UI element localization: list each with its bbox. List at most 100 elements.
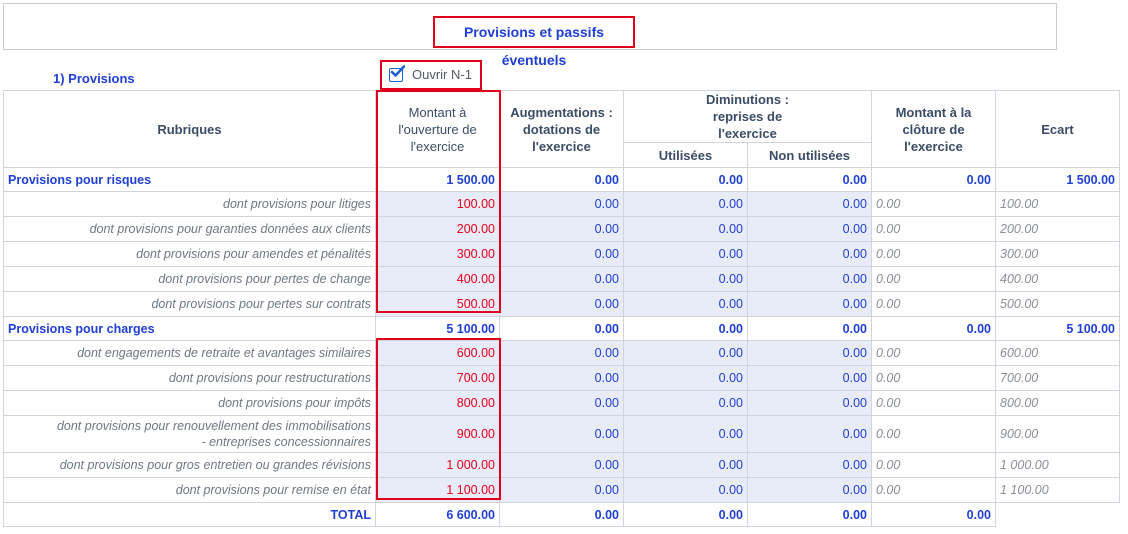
ouvrir-n1-checkbox[interactable]: Ouvrir N-1	[380, 60, 482, 90]
cell-utilisees[interactable]: 0.00	[623, 477, 748, 503]
cell-ecart: 200.00	[995, 216, 1120, 242]
cell-cloture: 0.00	[871, 415, 996, 453]
cell-ecart: 1 100.00	[995, 477, 1120, 503]
cell-non-utilisees[interactable]: 0.00	[747, 216, 872, 242]
checkbox-checked-icon[interactable]	[389, 65, 405, 82]
cell-ecart: 600.00	[995, 340, 1120, 366]
cell-utilisees[interactable]: 0.00	[623, 452, 748, 478]
cell-cloture: 0.00	[871, 191, 996, 217]
cell-ouverture[interactable]: 400.00	[375, 266, 500, 292]
cell-cloture: 0.00	[871, 365, 996, 391]
cell-ecart: 900.00	[995, 415, 1120, 453]
cell-non-utilisees[interactable]: 0.00	[747, 340, 872, 366]
cell-utilisees[interactable]: 0.00	[623, 390, 748, 416]
row-label: dont provisions pour impôts	[3, 390, 376, 416]
row-label: Provisions pour risques	[3, 167, 376, 192]
cell-utilisees[interactable]: 0.00	[623, 191, 748, 217]
title-panel: Provisions et passifs éventuels	[3, 3, 1057, 68]
cell-cloture: 0.00	[871, 241, 996, 267]
cell-ouverture[interactable]: 700.00	[375, 365, 500, 391]
cell-non-utilisees[interactable]: 0.00	[747, 241, 872, 267]
cell-ecart: 800.00	[995, 390, 1120, 416]
cell-non-utilisees: 0.00	[747, 316, 872, 341]
cell-augmentations: 0.00	[499, 167, 624, 192]
cell-ecart: 400.00	[995, 266, 1120, 292]
row-label-line: dont provisions pour renouvellement des …	[56, 419, 371, 433]
cell-ecart: 5 100.00	[995, 316, 1120, 341]
total-non-utilisees: 0.00	[747, 502, 872, 527]
cell-ecart: 1 000.00	[995, 452, 1120, 478]
row-label: dont provisions pour pertes sur contrats	[3, 291, 376, 317]
cell-non-utilisees[interactable]: 0.00	[747, 266, 872, 292]
cell-utilisees[interactable]: 0.00	[623, 266, 748, 292]
cell-non-utilisees: 0.00	[747, 167, 872, 192]
cell-ouverture[interactable]: 900.00	[375, 415, 500, 453]
cell-ouverture: 1 500.00	[375, 167, 500, 192]
cell-augmentations: 0.00	[499, 316, 624, 341]
table-row: dont provisions pour pertes de change 400…	[3, 266, 1120, 292]
cell-augmentations[interactable]: 0.00	[499, 365, 624, 391]
cell-utilisees[interactable]: 0.00	[623, 291, 748, 317]
cell-utilisees[interactable]: 0.00	[623, 241, 748, 267]
cell-augmentations[interactable]: 0.00	[499, 477, 624, 503]
cell-cloture: 0.00	[871, 316, 996, 341]
row-label: dont provisions pour renouvellement des …	[3, 415, 376, 453]
row-label: dont provisions pour amendes et pénalité…	[3, 241, 376, 267]
table-row: dont provisions pour remise en état 1 100…	[3, 477, 1120, 503]
cell-ouverture[interactable]: 300.00	[375, 241, 500, 267]
table-row: dont provisions pour litiges 100.00 0.00 0.…	[3, 191, 1120, 217]
total-cloture: 0.00	[871, 502, 996, 527]
cell-ecart: 100.00	[995, 191, 1120, 217]
table-row: dont provisions pour amendes et pénalité…	[3, 241, 1120, 267]
category-row: Provisions pour risques 1 500.00 0.00 0.00 0…	[3, 167, 1120, 192]
header-utilisees: Utilisées	[623, 142, 748, 168]
cell-augmentations[interactable]: 0.00	[499, 241, 624, 267]
table-row: dont provisions pour impôts 800.00 0.00 0.0…	[3, 390, 1120, 416]
header-cloture: Montant à la clôture de l'exercice	[871, 90, 996, 168]
cell-non-utilisees[interactable]: 0.00	[747, 191, 872, 217]
header-non-utilisees: Non utilisées	[747, 142, 872, 168]
cell-utilisees[interactable]: 0.00	[623, 340, 748, 366]
cell-augmentations[interactable]: 0.00	[499, 452, 624, 478]
cell-non-utilisees[interactable]: 0.00	[747, 415, 872, 453]
cell-utilisees: 0.00	[623, 167, 748, 192]
cell-augmentations[interactable]: 0.00	[499, 340, 624, 366]
cell-non-utilisees[interactable]: 0.00	[747, 452, 872, 478]
cell-augmentations[interactable]: 0.00	[499, 266, 624, 292]
cell-augmentations[interactable]: 0.00	[499, 415, 624, 453]
cell-non-utilisees[interactable]: 0.00	[747, 365, 872, 391]
checkbox-label: Ouvrir N-1	[412, 67, 472, 82]
cell-ouverture[interactable]: 800.00	[375, 390, 500, 416]
cell-augmentations[interactable]: 0.00	[499, 291, 624, 317]
row-label: Provisions pour charges	[3, 316, 376, 341]
cell-non-utilisees[interactable]: 0.00	[747, 477, 872, 503]
cell-ecart: 300.00	[995, 241, 1120, 267]
cell-ecart: 700.00	[995, 365, 1120, 391]
cell-ouverture[interactable]: 500.00	[375, 291, 500, 317]
header-rubriques: Rubriques	[3, 90, 376, 168]
empty-cell	[996, 503, 1120, 527]
cell-ouverture[interactable]: 100.00	[375, 191, 500, 217]
cell-utilisees[interactable]: 0.00	[623, 365, 748, 391]
cell-augmentations[interactable]: 0.00	[499, 390, 624, 416]
cell-cloture: 0.00	[871, 340, 996, 366]
cell-utilisees[interactable]: 0.00	[623, 216, 748, 242]
cell-non-utilisees[interactable]: 0.00	[747, 390, 872, 416]
cell-ouverture[interactable]: 200.00	[375, 216, 500, 242]
table-row: dont provisions pour gros entretien ou g…	[3, 452, 1120, 478]
cell-utilisees[interactable]: 0.00	[623, 415, 748, 453]
cell-augmentations[interactable]: 0.00	[499, 191, 624, 217]
total-row: TOTAL 6 600.00 0.00 0.00 0.00 0.00	[3, 502, 1120, 527]
cell-cloture: 0.00	[871, 452, 996, 478]
cell-non-utilisees[interactable]: 0.00	[747, 291, 872, 317]
row-label: dont provisions pour restructurations	[3, 365, 376, 391]
row-label: dont provisions pour gros entretien ou g…	[3, 452, 376, 478]
cell-ouverture[interactable]: 1 000.00	[375, 452, 500, 478]
cell-ouverture[interactable]: 1 100.00	[375, 477, 500, 503]
total-label: TOTAL	[3, 502, 376, 527]
cell-cloture: 0.00	[871, 216, 996, 242]
cell-augmentations[interactable]: 0.00	[499, 216, 624, 242]
header-augmentations: Augmentations : dotations de l'exercice	[499, 90, 624, 168]
cell-ouverture[interactable]: 600.00	[375, 340, 500, 366]
row-label: dont provisions pour garanties données a…	[3, 216, 376, 242]
